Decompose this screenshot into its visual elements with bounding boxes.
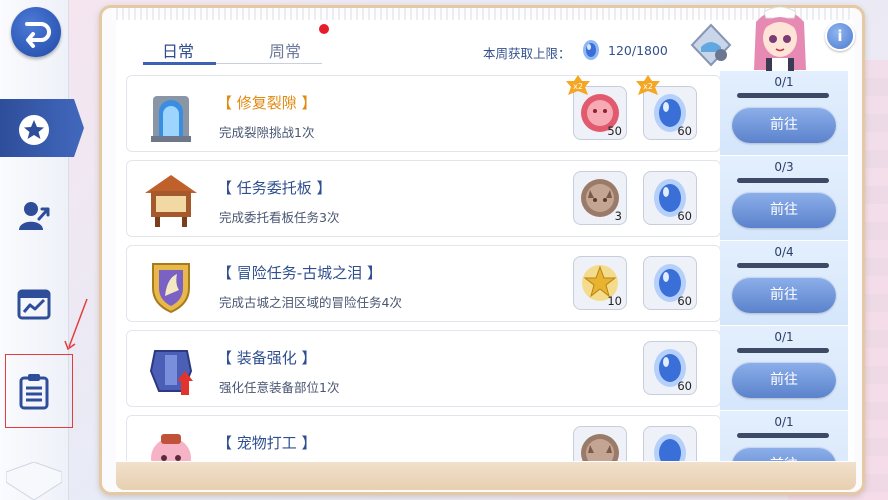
reward-item[interactable]: x2 60	[636, 75, 697, 140]
task-list: 【 修复裂隙 】 完成裂隙挑战1次 x2 50 x2 60 0/1 前往 【 任…	[122, 71, 848, 461]
go-button[interactable]: 前往	[732, 107, 836, 143]
reward-count: 3	[614, 209, 622, 223]
portal-gate-icon	[151, 96, 191, 142]
progress-bar	[737, 178, 829, 183]
cat-coin-icon	[581, 434, 619, 461]
back-button[interactable]	[11, 7, 61, 57]
task-card: 【 任务委托板 】 完成委托看板任务3次 3 60	[126, 160, 721, 237]
sidebar-item-favorites[interactable]	[0, 99, 84, 157]
back-arrow-icon	[25, 22, 51, 48]
armor-upgrade-icon	[149, 350, 193, 395]
svg-text:x2: x2	[643, 82, 653, 91]
task-description: 完成委托看板任务3次	[219, 210, 340, 225]
reward-item[interactable]: 10	[573, 256, 627, 310]
task-progress-panel: 0/1 前往	[720, 326, 848, 410]
task-progress-panel: 0/4 前往	[720, 241, 848, 325]
go-button[interactable]: 前往	[732, 192, 836, 228]
boost-badge-icon: x2	[636, 75, 660, 95]
task-description: 完成古城之泪区域的冒险任务4次	[219, 295, 402, 310]
task-card: 【 修复裂隙 】 完成裂隙挑战1次 x2 50 x2 60	[126, 75, 721, 152]
panel-bottom-rim	[116, 462, 856, 490]
progress-text: 0/1	[774, 330, 794, 344]
tab-daily[interactable]: 日常	[162, 38, 194, 62]
task-title: 【 冒险任务-古城之泪 】	[217, 264, 382, 282]
progress-bar	[737, 93, 829, 98]
reward-item[interactable]: 3	[573, 171, 627, 225]
task-progress-panel: 0/1 前往	[720, 71, 848, 155]
star-icon	[19, 115, 49, 145]
blue-crystal-icon	[654, 434, 686, 461]
task-title: 【 任务委托板 】	[217, 179, 332, 197]
task-description: 强化任意装备部位1次	[219, 380, 340, 395]
panel-binding	[112, 8, 852, 20]
reward-count: 50	[607, 124, 622, 138]
reward-item[interactable]	[643, 426, 697, 461]
notification-dot	[319, 24, 329, 34]
reward-item[interactable]: 60	[643, 341, 697, 395]
progress-text: 0/1	[774, 75, 794, 89]
task-card: 【 宠物打工 】	[126, 415, 721, 461]
task-row: 【 宠物打工 】 0/1 前往	[122, 411, 848, 461]
sidebar-item-character[interactable]	[0, 185, 68, 243]
go-button[interactable]: 前往	[732, 277, 836, 313]
task-card: 【 冒险任务-古城之泪 】 完成古城之泪区域的冒险任务4次 10 60	[126, 245, 721, 322]
task-title: 【 修复裂隙 】	[217, 94, 317, 112]
weekly-cap-label: 本周获取上限：	[483, 46, 571, 61]
shield-emblem-icon[interactable]	[688, 22, 734, 68]
calendar-chart-icon	[17, 289, 51, 320]
tab-divider	[216, 63, 322, 64]
pet-face-icon	[151, 434, 191, 461]
reward-item[interactable]: x2 50	[566, 75, 627, 140]
task-card: 【 装备强化 】 强化任意装备部位1次 60	[126, 330, 721, 407]
task-title: 【 装备强化 】	[217, 349, 317, 367]
reward-count: 60	[677, 379, 692, 393]
reward-item[interactable]: 60	[643, 256, 697, 310]
mascot-maid-character	[754, 6, 806, 76]
weekly-cap-value: 120/1800	[608, 43, 668, 58]
task-progress-panel: 0/3 前往	[720, 156, 848, 240]
reward-count: 10	[607, 294, 622, 308]
task-progress-panel: 0/1 前往	[720, 411, 848, 461]
annotation-arrow-icon	[64, 298, 88, 351]
chevron-down-icon[interactable]	[6, 462, 62, 500]
active-tab-indicator	[143, 62, 216, 65]
progress-bar	[737, 348, 829, 353]
task-description: 完成裂隙挑战1次	[219, 125, 315, 140]
highlight-annotation	[5, 354, 73, 428]
task-row: 【 冒险任务-古城之泪 】 完成古城之泪区域的冒险任务4次 10 60 0/4	[122, 241, 848, 325]
progress-bar	[737, 263, 829, 268]
sidebar-item-calendar[interactable]	[0, 272, 68, 330]
progress-text: 0/1	[774, 415, 794, 429]
reward-item[interactable]: 60	[643, 171, 697, 225]
reward-count: 60	[677, 209, 692, 223]
info-button[interactable]: i	[825, 21, 855, 51]
task-row: 【 修复裂隙 】 完成裂隙挑战1次 x2 50 x2 60 0/1 前往	[122, 71, 848, 155]
progress-bar	[737, 433, 829, 438]
task-title: 【 宠物打工 】	[217, 434, 317, 452]
reward-count: 60	[677, 124, 692, 138]
blue-crystal-icon	[583, 40, 599, 60]
boost-badge-icon: x2	[566, 75, 590, 95]
progress-text: 0/3	[774, 160, 794, 174]
notice-board-icon	[145, 175, 197, 227]
go-button[interactable]: 前往	[732, 362, 836, 398]
task-row: 【 装备强化 】 强化任意装备部位1次 60 0/1 前往	[122, 326, 848, 410]
progress-text: 0/4	[774, 245, 794, 259]
task-row: 【 任务委托板 】 完成委托看板任务3次 3 60 0/3 前往	[122, 156, 848, 240]
person-arrow-icon	[19, 202, 50, 230]
svg-text:x2: x2	[573, 82, 583, 91]
tab-weekly[interactable]: 周常	[269, 38, 301, 62]
reward-item[interactable]	[573, 426, 627, 461]
reward-count: 60	[677, 294, 692, 308]
go-button[interactable]: 前往	[732, 447, 836, 461]
golden-crest-icon	[152, 263, 190, 314]
